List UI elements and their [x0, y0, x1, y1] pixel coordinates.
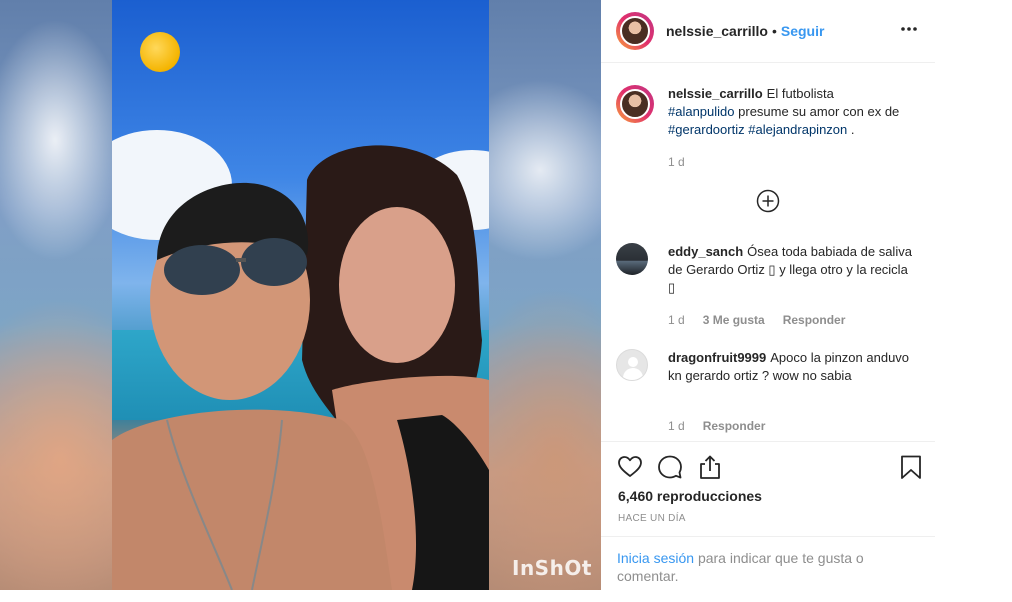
comment-meta: 1 d 3 Me gusta Responder: [668, 313, 845, 327]
header-username[interactable]: nelssie_carrillo: [666, 23, 768, 39]
caption-username[interactable]: nelssie_carrillo: [668, 86, 763, 101]
reply-button[interactable]: Responder: [783, 313, 846, 327]
avatar[interactable]: [616, 85, 654, 123]
video-frame[interactable]: [112, 0, 489, 590]
views-count[interactable]: 6,460 reproducciones: [618, 488, 762, 504]
comments-section: nelssie_carrillo El futbolista #alanpulid…: [601, 63, 935, 441]
separator-dot: •: [771, 23, 777, 39]
comment-likes[interactable]: 3 Me gusta: [703, 313, 765, 327]
avatar[interactable]: [616, 349, 648, 381]
action-icons: [617, 454, 921, 480]
post-header: nelssie_carrillo • Seguir: [601, 0, 935, 63]
avatar[interactable]: [616, 12, 654, 50]
comment-meta: 1 d Responder: [668, 419, 765, 433]
more-options-icon[interactable]: [898, 18, 920, 40]
follow-button[interactable]: Seguir: [781, 23, 825, 39]
login-prompt: Inicia sesión para indicar que te gusta …: [601, 536, 935, 585]
post-timestamp[interactable]: Hace un día: [618, 513, 686, 524]
caption-text-part: El futbolista: [766, 86, 834, 101]
couple-selfie: [112, 145, 489, 590]
post-media[interactable]: InShOt: [0, 0, 601, 590]
kiss-emoji-sticker: [140, 32, 180, 72]
heart-icon[interactable]: [617, 454, 643, 480]
hashtag-link[interactable]: #alanpulido: [668, 104, 735, 119]
caption-meta: 1 d: [668, 155, 685, 169]
avatar[interactable]: [616, 243, 648, 275]
comment-time[interactable]: 1 d: [668, 419, 685, 433]
comment-time[interactable]: 1 d: [668, 313, 685, 327]
inshot-watermark: InShOt: [512, 556, 592, 580]
post-side-panel: nelssie_carrillo • Seguir nelssie_carril…: [601, 0, 935, 590]
comment-icon[interactable]: [657, 454, 683, 480]
comment-username[interactable]: eddy_sanch: [668, 244, 743, 259]
bookmark-icon[interactable]: [898, 454, 924, 480]
hashtag-link[interactable]: #alejandrapinzon: [748, 122, 847, 137]
comment-text: dragonfruit9999 Apoco la pinzon anduvo kn…: [668, 349, 914, 385]
login-link[interactable]: Inicia sesión: [617, 550, 694, 566]
caption-text: nelssie_carrillo El futbolista #alanpulid…: [668, 85, 914, 139]
reply-button[interactable]: Responder: [703, 419, 766, 433]
share-icon[interactable]: [697, 454, 723, 480]
post-actions: 6,460 reproducciones Hace un día Inicia …: [601, 441, 935, 591]
caption-text-part: .: [850, 122, 855, 137]
comment-username[interactable]: dragonfruit9999: [668, 350, 766, 365]
caption-time[interactable]: 1 d: [668, 155, 685, 169]
comment-text: eddy_sanch Ósea toda babiada de saliva de…: [668, 243, 914, 297]
plus-circle-icon[interactable]: [756, 189, 780, 213]
caption-text-part: presume su amor con ex de: [738, 104, 900, 119]
hashtag-link[interactable]: #gerardoortiz: [668, 122, 745, 137]
